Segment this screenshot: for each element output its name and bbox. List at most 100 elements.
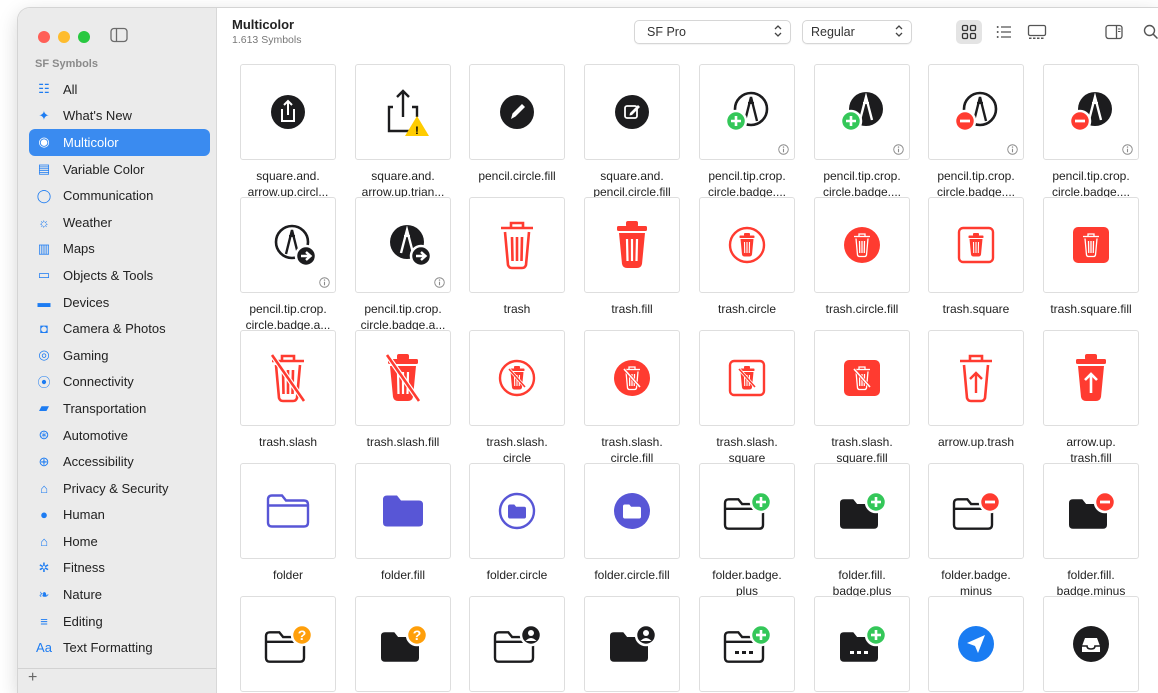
- symbol-cell[interactable]: trash.slash: [240, 330, 336, 450]
- symbol-tile[interactable]: [699, 596, 795, 692]
- inspector-toggle-button[interactable]: [1101, 20, 1127, 44]
- symbol-cell[interactable]: folder.badge. minus: [928, 463, 1024, 599]
- symbol-cell[interactable]: folder.fill. badge.minus: [1043, 463, 1139, 599]
- symbol-cell[interactable]: square.grid.3x1.: [699, 596, 795, 693]
- symbol-tile[interactable]: [699, 330, 795, 426]
- symbol-cell[interactable]: pencil.tip.crop. circle.badge.a...: [240, 197, 336, 333]
- sidebar-item-accessibility[interactable]: ⊕ Accessibility: [29, 448, 210, 475]
- symbol-tile[interactable]: [699, 463, 795, 559]
- symbol-cell[interactable]: folder.fill.: [584, 596, 680, 693]
- symbol-tile[interactable]: [584, 64, 680, 160]
- symbol-cell[interactable]: ! square.and. arrow.up.trian...: [355, 64, 451, 200]
- symbol-cell[interactable]: square.and. pencil.circle.fill: [584, 64, 680, 200]
- symbol-tile[interactable]: [928, 64, 1024, 160]
- symbol-tile[interactable]: [469, 330, 565, 426]
- symbol-tile[interactable]: [355, 463, 451, 559]
- symbol-cell[interactable]: trash.square: [928, 197, 1024, 317]
- symbol-tile[interactable]: [1043, 330, 1139, 426]
- symbol-cell[interactable]: ?folder.fill.: [355, 596, 451, 693]
- symbol-cell[interactable]: arrow.up. trash.fill: [1043, 330, 1139, 466]
- sidebar-item-automotive[interactable]: ⊛ Automotive: [29, 422, 210, 449]
- symbol-tile[interactable]: [1043, 64, 1139, 160]
- symbol-cell[interactable]: trash.slash. circle.fill: [584, 330, 680, 466]
- zoom-button[interactable]: [78, 31, 90, 43]
- info-icon[interactable]: [1007, 144, 1018, 155]
- symbol-cell[interactable]: folder.circle.fill: [584, 463, 680, 583]
- symbol-tile[interactable]: [1043, 596, 1139, 692]
- symbol-cell[interactable]: trash.slash. square: [699, 330, 795, 466]
- symbol-tile[interactable]: [355, 197, 451, 293]
- symbol-cell[interactable]: pencil.tip.crop. circle.badge.a...: [355, 197, 451, 333]
- sidebar-item-objects-tools[interactable]: ▭ Objects & Tools: [29, 262, 210, 289]
- sidebar-item-camera-photos[interactable]: ◘ Camera & Photos: [29, 315, 210, 342]
- list-view-button[interactable]: [991, 20, 1017, 44]
- symbol-cell[interactable]: square.grid.3x1.: [814, 596, 910, 693]
- symbol-tile[interactable]: [469, 197, 565, 293]
- symbol-tile[interactable]: [928, 596, 1024, 692]
- sidebar-item-gaming[interactable]: ◎ Gaming: [29, 342, 210, 369]
- symbol-cell[interactable]: square.and. arrow.up.circl...: [240, 64, 336, 200]
- symbol-tile[interactable]: [240, 64, 336, 160]
- sidebar-item-variable-color[interactable]: ▤ Variable Color: [29, 156, 210, 183]
- sidebar-item-multicolor[interactable]: ◉ Multicolor: [29, 129, 210, 156]
- sidebar-item-communication[interactable]: ◯ Communication: [29, 182, 210, 209]
- symbol-tile[interactable]: ?: [355, 596, 451, 692]
- symbol-tile[interactable]: [814, 596, 910, 692]
- sidebar-item-fitness[interactable]: ✲ Fitness: [29, 555, 210, 582]
- symbol-cell[interactable]: folder: [240, 463, 336, 583]
- info-icon[interactable]: [893, 144, 904, 155]
- info-icon[interactable]: [778, 144, 789, 155]
- symbol-tile[interactable]: [699, 197, 795, 293]
- symbol-cell[interactable]: folder.badge. plus: [699, 463, 795, 599]
- sidebar-item-all[interactable]: ☷ All: [29, 76, 210, 103]
- symbol-cell[interactable]: tray.circle.fill: [1043, 596, 1139, 693]
- symbol-cell[interactable]: folder.circle: [469, 463, 565, 583]
- symbol-cell[interactable]: trash.slash. square.fill: [814, 330, 910, 466]
- sidebar-toggle-icon[interactable]: [110, 27, 128, 43]
- info-icon[interactable]: [1122, 144, 1133, 155]
- symbol-cell[interactable]: folder.fill: [355, 463, 451, 583]
- sidebar-item-devices[interactable]: ▬ Devices: [29, 289, 210, 316]
- close-button[interactable]: [38, 31, 50, 43]
- sidebar-item-editing[interactable]: ≡ Editing: [29, 608, 210, 635]
- symbol-tile[interactable]: [928, 197, 1024, 293]
- symbol-tile[interactable]: [240, 197, 336, 293]
- sidebar-item-maps[interactable]: ▥ Maps: [29, 236, 210, 263]
- symbol-cell[interactable]: trash.slash.fill: [355, 330, 451, 450]
- gallery-view-button[interactable]: [1024, 20, 1050, 44]
- weight-select[interactable]: Regular: [802, 20, 912, 44]
- symbol-cell[interactable]: pencil.tip.crop. circle.badge....: [699, 64, 795, 200]
- sidebar-item-home[interactable]: ⌂ Home: [29, 528, 210, 555]
- info-icon[interactable]: [319, 277, 330, 288]
- symbol-cell[interactable]: ?folder.badge.: [240, 596, 336, 693]
- symbol-tile[interactable]: [469, 463, 565, 559]
- symbol-cell[interactable]: trash.square.fill: [1043, 197, 1139, 317]
- sidebar-item-what-s-new[interactable]: ✦ What's New: [29, 103, 210, 130]
- sidebar-item-text-formatting[interactable]: Aa Text Formatting: [29, 634, 210, 661]
- search-button[interactable]: [1138, 20, 1158, 44]
- symbol-tile[interactable]: !: [355, 64, 451, 160]
- add-collection-button[interactable]: +: [28, 669, 37, 687]
- sidebar-item-connectivity[interactable]: ⦿ Connectivity: [29, 369, 210, 396]
- sidebar-item-weather[interactable]: ☼ Weather: [29, 209, 210, 236]
- symbol-cell[interactable]: arrow.up.trash: [928, 330, 1024, 450]
- symbol-tile[interactable]: [814, 330, 910, 426]
- symbol-tile[interactable]: [469, 64, 565, 160]
- symbol-cell[interactable]: pencil.circle.fill: [469, 64, 565, 184]
- symbol-tile[interactable]: [240, 463, 336, 559]
- sidebar-item-privacy-security[interactable]: ⌂ Privacy & Security: [29, 475, 210, 502]
- symbol-cell[interactable]: trash.slash. circle: [469, 330, 565, 466]
- symbol-tile[interactable]: [1043, 197, 1139, 293]
- symbol-tile[interactable]: [928, 330, 1024, 426]
- symbol-tile[interactable]: [699, 64, 795, 160]
- symbol-cell[interactable]: folder.badge.: [469, 596, 565, 693]
- symbol-cell[interactable]: trash: [469, 197, 565, 317]
- symbol-tile[interactable]: [355, 330, 451, 426]
- symbol-cell[interactable]: pencil.tip.crop. circle.badge....: [1043, 64, 1139, 200]
- sidebar-item-nature[interactable]: ❧ Nature: [29, 581, 210, 608]
- sidebar-item-transportation[interactable]: ▰ Transportation: [29, 395, 210, 422]
- symbol-cell[interactable]: trash.circle: [699, 197, 795, 317]
- symbol-tile[interactable]: [814, 197, 910, 293]
- symbol-tile[interactable]: [928, 463, 1024, 559]
- symbol-cell[interactable]: pencil.tip.crop. circle.badge....: [928, 64, 1024, 200]
